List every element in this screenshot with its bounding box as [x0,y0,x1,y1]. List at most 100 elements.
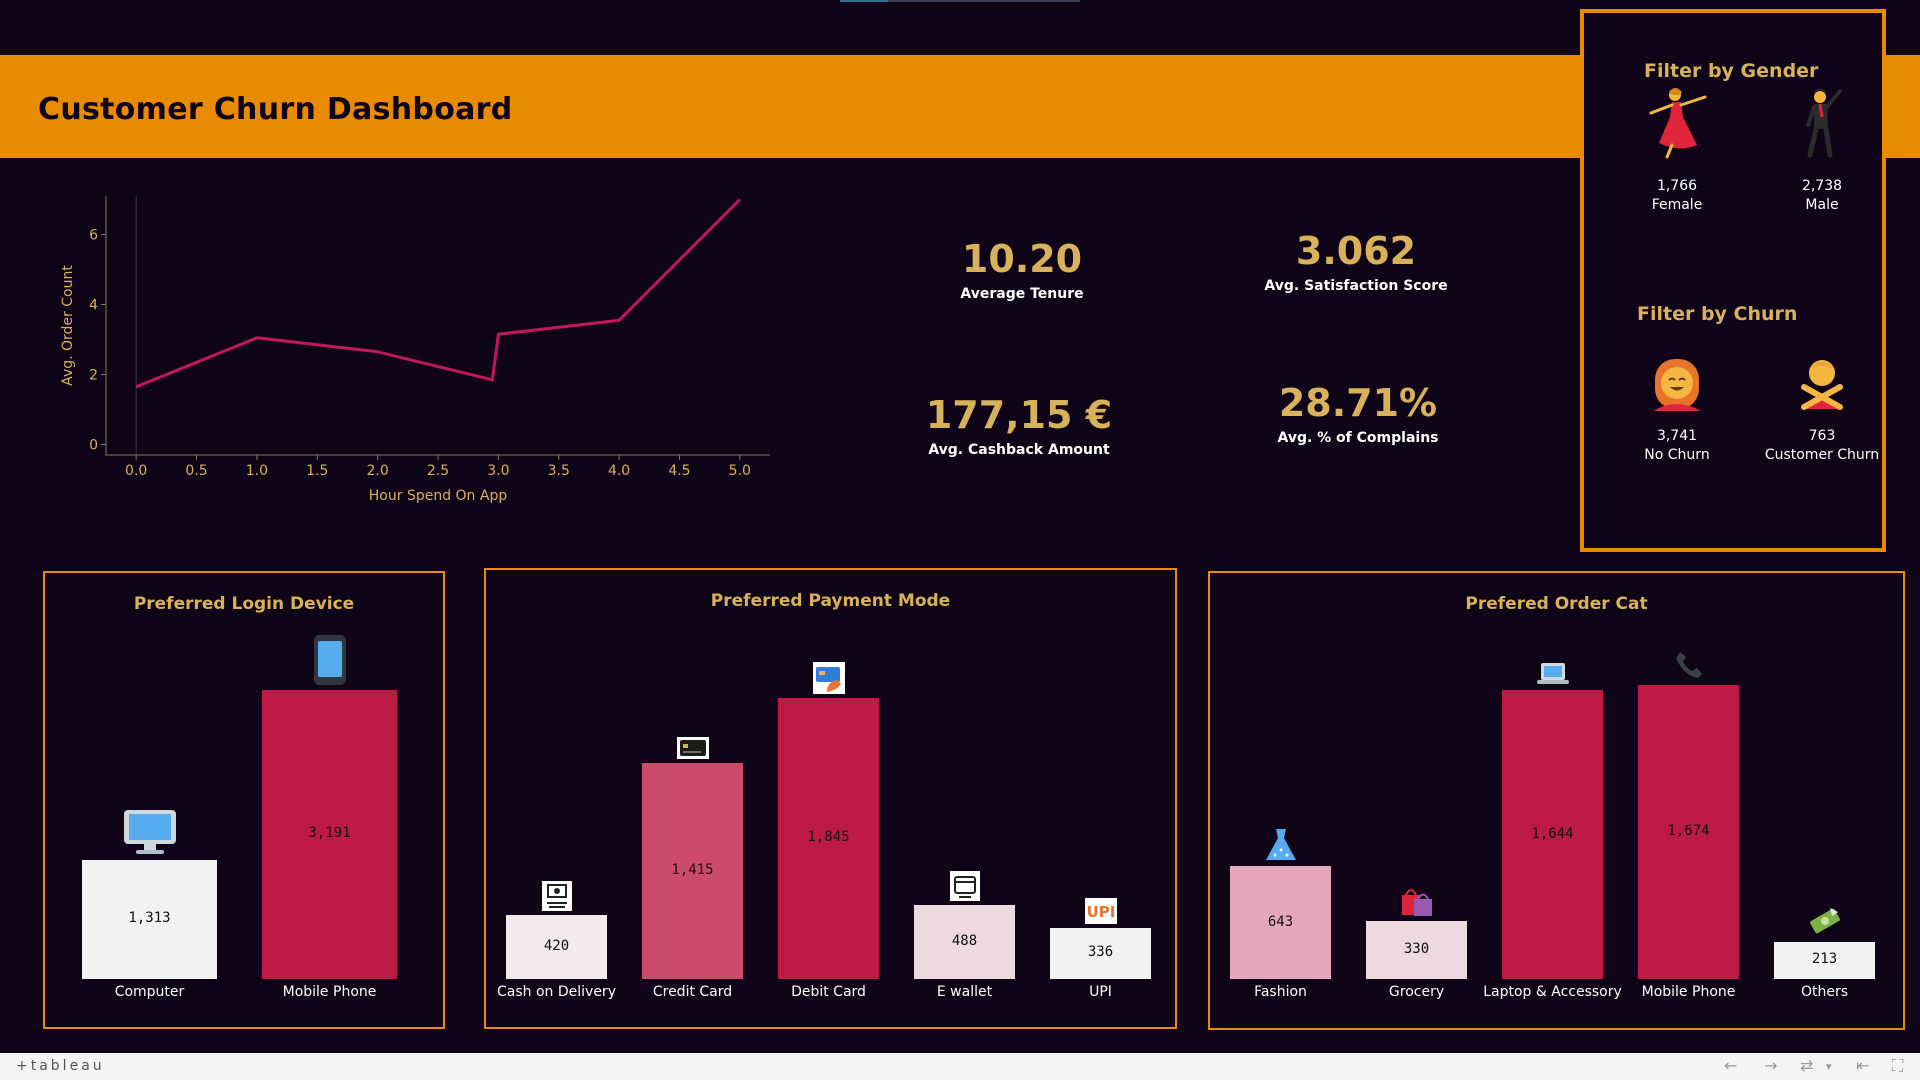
y-tick-label: 0 [89,438,98,454]
bar-cash-on-delivery[interactable]: 420 [506,915,607,979]
bar-debit-card[interactable]: 1,845 [778,697,879,979]
bar-value-label: 420 [543,938,570,954]
bar-value-label: 1,415 [671,862,714,879]
x-tick-label: 2.5 [427,463,449,479]
x-tick-label: 1.0 [246,463,268,479]
x-axis-title: Hour Spend On App [369,488,508,504]
bar-fashion[interactable]: 643 [1230,866,1331,979]
kpi-cashback-amount: 177,15 € Avg. Cashback Amount [908,396,1130,458]
x-tick-label: 3.0 [487,463,509,479]
bar-category-label: Mobile Phone [282,984,377,1000]
mobile-phone-icon [262,630,397,686]
bar-value-label: 330 [1403,941,1430,957]
filter-customer-churn[interactable]: 763 Customer Churn [1757,333,1887,465]
filter-churn-title: Filter by Churn [1637,303,1798,325]
telephone-icon [1638,625,1739,681]
filter-panel: Filter by Gender 1,766 Female 2,738 Male… [1580,9,1886,552]
y-tick-label: 4 [89,298,98,314]
filter-female[interactable]: 1,766 Female [1612,79,1742,215]
order-category-title: Prefered Order Cat [1465,594,1648,614]
revert-icon[interactable]: ⇤ [1856,1056,1869,1075]
top-divider-highlight [840,0,888,2]
credit-card-icon [642,703,743,760]
kpi-tenure-value: 10.20 [961,237,1083,281]
bar-category-label: Others [1800,984,1849,1000]
bar-value-label: 1,674 [1667,822,1710,839]
bar-laptop-accessory[interactable]: 1,644 [1502,690,1603,979]
filter-female-label: Female [1651,197,1703,213]
upi-icon: UPI [1050,868,1151,924]
login-device-title: Preferred Login Device [133,594,355,614]
payment-mode-title: Preferred Payment Mode [710,591,951,611]
filter-male-count: 2,738 [1801,178,1843,194]
filter-male[interactable]: 2,738 Male [1757,79,1887,215]
y-tick-label: 6 [89,228,98,244]
dancer-man-icon [1757,79,1887,159]
kpi-average-tenure: 10.20 Average Tenure [922,240,1122,302]
debit-card-icon [778,638,879,694]
x-tick-label: 1.5 [306,463,328,479]
bar-value-label: 213 [1811,951,1838,968]
x-tick-label: 0.0 [125,463,147,479]
kpi-satisfaction-score: 3.062 Avg. Satisfaction Score [1246,232,1466,294]
bar-value-label: 336 [1087,944,1114,961]
bar-e-wallet[interactable]: 488 [914,904,1015,979]
kpi-complains-value: 28.71% [1278,381,1438,425]
undo-icon[interactable]: ← [1724,1056,1737,1075]
bar-mobile-phone[interactable]: 3,191 [262,689,397,979]
bar-value-label: 1,845 [807,829,850,846]
filter-female-count: 1,766 [1656,178,1698,194]
kpi-satisfaction-label: Avg. Satisfaction Score [1264,278,1448,294]
filter-no-churn-count: 3,741 [1656,428,1698,444]
fullscreen-icon[interactable]: ⛶ [1892,1056,1903,1076]
x-tick-label: 3.5 [548,463,570,479]
share-icon[interactable]: ⇄ [1800,1056,1813,1075]
no-gesture-person-icon [1757,333,1887,413]
share-dropdown-icon[interactable]: ▾ [1826,1060,1832,1073]
bar-value-label: 1,644 [1531,825,1574,842]
kpi-satisfaction-value: 3.062 [1295,229,1417,273]
bar-value-label: 643 [1267,913,1294,930]
order-count-line[interactable] [135,198,741,389]
filter-male-label: Male [1805,197,1839,213]
filter-churn-label: Customer Churn [1764,447,1880,463]
filter-no-churn-label: No Churn [1644,447,1710,463]
cash-icon [506,855,607,912]
bar-computer[interactable]: 1,313 [82,859,217,979]
order-category-panel: Prefered Order Cat 643 Fashion 330 Grocery 1… [1208,571,1905,1030]
x-tick-label: 4.0 [608,463,630,479]
bar-value-label: 3,191 [308,825,351,842]
shopping-bags-icon [1366,861,1467,917]
y-tick-label: 2 [89,368,98,384]
x-tick-label: 2.0 [367,463,389,479]
top-divider [840,0,1080,2]
kpi-cashback-label: Avg. Cashback Amount [928,442,1110,458]
e-wallet-icon [914,845,1015,901]
bar-value-label: 488 [951,932,978,949]
bar-upi[interactable]: 336 [1050,927,1151,979]
payment-mode-panel: Preferred Payment Mode 420 Cash on Delive… [484,568,1177,1029]
line-chart: 0.0 0.5 1.0 1.5 2.0 2.5 3.0 3.5 4.0 4.5 5.0 0 2 4 6 Hou… [60,196,770,504]
y-axis-title: Avg. Order Count [60,265,76,386]
bar-mobile-phone[interactable]: 1,674 [1638,684,1739,979]
bar-credit-card[interactable]: 1,415 [642,763,743,979]
money-icon [1774,882,1875,938]
dancer-woman-icon [1612,79,1742,159]
kpi-cashback-value: 177,15 € [925,393,1113,437]
kpi-complains-label: Avg. % of Complains [1277,430,1439,446]
tableau-footer: +tableau ← → ⇄ ▾ ⇤ ⛶ [0,1053,1920,1080]
bar-category-label: UPI [1089,984,1112,1000]
redo-icon[interactable]: → [1764,1056,1777,1075]
kpi-tenure-label: Average Tenure [960,286,1084,302]
bar-others[interactable]: 213 [1774,941,1875,979]
tableau-logo[interactable]: +tableau [16,1058,105,1074]
login-device-panel: Preferred Login Device 1,313 Computer 3,19… [43,571,445,1029]
happy-person-icon [1612,333,1742,413]
filter-no-churn[interactable]: 3,741 No Churn [1612,333,1742,465]
bar-grocery[interactable]: 330 [1366,921,1467,979]
x-tick-label: 5.0 [729,463,751,479]
kpi-complains: 28.71% Avg. % of Complains [1248,384,1468,446]
svg-text:UPI: UPI [1086,903,1115,921]
x-tick-label: 0.5 [185,463,207,479]
computer-icon [82,800,217,856]
